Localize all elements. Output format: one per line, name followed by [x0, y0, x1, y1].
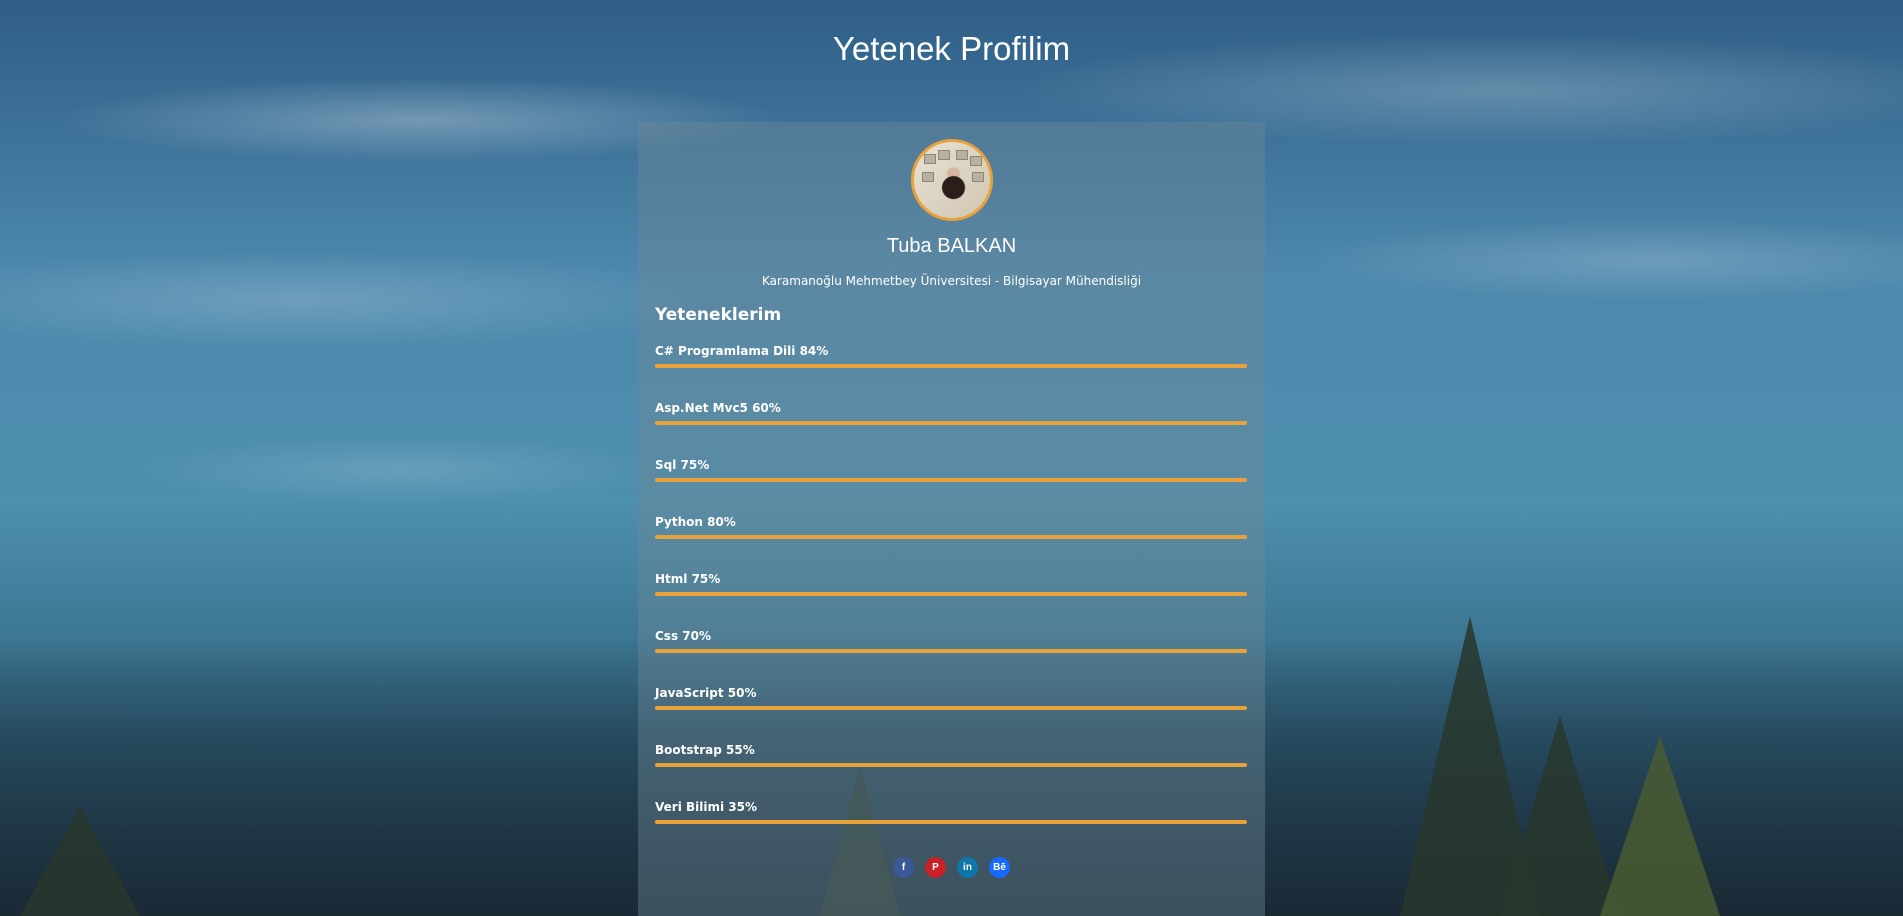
skill-item: Sql 75% [655, 458, 1247, 515]
skills-section-title: Yeteneklerim [655, 305, 782, 325]
avatar-detail [972, 172, 984, 182]
pinterest-icon[interactable]: P [925, 857, 946, 878]
skill-progress-bar [655, 649, 1247, 653]
skill-progress-bar [655, 478, 1247, 482]
skill-progress-bar [655, 535, 1247, 539]
avatar-detail [938, 150, 950, 160]
skill-progress-fill [655, 535, 1247, 539]
skill-item: Python 80% [655, 515, 1247, 572]
skill-item: C# Programlama Dili 84% [655, 344, 1247, 401]
skill-progress-bar [655, 592, 1247, 596]
skill-progress-bar [655, 763, 1247, 767]
skill-progress-fill [655, 763, 1247, 767]
skill-label: Bootstrap 55% [655, 743, 755, 757]
social-links: f Pin Bē [638, 857, 1265, 878]
skill-label: Sql 75% [655, 458, 710, 472]
skill-progress-fill [655, 820, 1247, 824]
skill-label: Veri Bilimi 35% [655, 800, 757, 814]
linkedin-icon[interactable]: in [957, 857, 978, 878]
avatar-detail [924, 154, 936, 164]
avatar-detail [970, 156, 982, 166]
skills-list: C# Programlama Dili 84% Asp.Net Mvc5 60% S… [655, 344, 1247, 857]
skill-item: Asp.Net Mvc5 60% [655, 401, 1247, 458]
skill-item: Veri Bilimi 35% [655, 800, 1247, 857]
skill-item: Css 70% [655, 629, 1247, 686]
skill-progress-fill [655, 421, 1247, 425]
background-tree [1600, 736, 1720, 916]
skill-label: JavaScript 50% [655, 686, 757, 700]
skill-progress-bar [655, 706, 1247, 710]
skill-label: Css 70% [655, 629, 711, 643]
behance-icon[interactable]: Bē [989, 857, 1010, 878]
avatar-detail [922, 172, 934, 182]
skill-progress-bar [655, 820, 1247, 824]
skill-label: Python 80% [655, 515, 736, 529]
skill-item: JavaScript 50% [655, 686, 1247, 743]
skill-progress-fill [655, 478, 1247, 482]
skill-progress-fill [655, 592, 1247, 596]
skill-label: Html 75% [655, 572, 721, 586]
skill-progress-bar [655, 421, 1247, 425]
skill-progress-bar [655, 364, 1247, 368]
background-tree [20, 806, 140, 916]
facebook-icon[interactable]: f [893, 857, 914, 878]
profile-card: Tuba BALKAN Karamanoğlu Mehmetbey Üniver… [638, 122, 1265, 916]
skill-label: Asp.Net Mvc5 60% [655, 401, 781, 415]
skill-label: C# Programlama Dili 84% [655, 344, 829, 358]
profile-name: Tuba BALKAN [886, 235, 1017, 257]
profile-university: Karamanoğlu Mehmetbey Üniversitesi - Bil… [761, 274, 1142, 288]
skill-progress-fill [655, 364, 1247, 368]
skill-progress-fill [655, 649, 1247, 653]
skill-item: Html 75% [655, 572, 1247, 629]
skill-progress-fill [655, 706, 1247, 710]
avatar-detail [956, 150, 968, 160]
avatar [911, 139, 993, 221]
page-title: Yetenek Profilim [832, 30, 1071, 67]
skill-item: Bootstrap 55% [655, 743, 1247, 800]
